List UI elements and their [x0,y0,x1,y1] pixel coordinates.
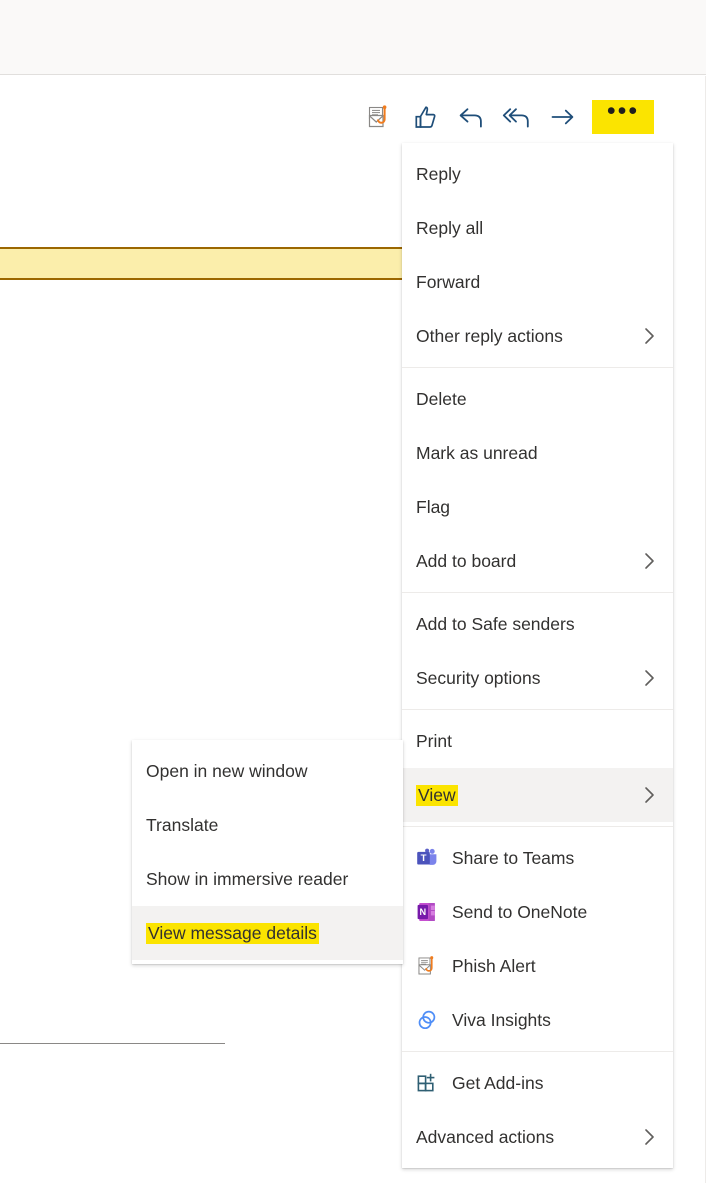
phish-alert-toolbar-button[interactable] [356,97,402,137]
menu-item-label: Viva Insights [452,1009,551,1030]
menu-item-label: Advanced actions [416,1126,555,1147]
menu-item-label: Mark as unread [416,442,538,463]
more-actions-label: ••• [606,97,640,125]
menu-group-divider [402,367,673,368]
onenote-icon: N [416,901,438,923]
menu-group-divider [402,826,673,827]
phish-alert-icon [416,955,438,977]
chevron-right-icon [645,328,654,344]
more-actions-button[interactable]: ••• [592,97,654,134]
menu-item-print[interactable]: Print [402,714,673,768]
forward-arrow-icon [549,104,577,130]
menu-item-label: Add to Safe senders [416,613,575,634]
menu-item-add-to-board[interactable]: Add to board [402,534,673,588]
chevron-right-icon [645,1129,654,1145]
menu-item-viva-insights[interactable]: Viva Insights [402,993,673,1047]
chevron-right-icon [645,787,654,803]
svg-text:T: T [421,853,427,864]
menu-item-label: Translate [146,814,219,835]
message-actions-toolbar: ••• [356,97,654,137]
menu-item-label: Show in immersive reader [146,868,349,889]
menu-group-divider [402,592,673,593]
menu-item-advanced-actions[interactable]: Advanced actions [402,1110,673,1164]
menu-item-delete[interactable]: Delete [402,372,673,426]
more-actions-context-menu[interactable]: Reply Reply all Forward Other reply actions… [402,143,673,1168]
reply-toolbar-button[interactable] [448,97,494,137]
app-header-band [0,0,706,75]
menu-item-flag[interactable]: Flag [402,480,673,534]
menu-item-label: Open in new window [146,760,308,781]
menu-item-get-add-ins[interactable]: Get Add-ins [402,1056,673,1110]
menu-item-label: Security options [416,667,541,688]
message-body-divider [0,1043,225,1044]
svg-text:N: N [419,907,426,917]
menu-item-label: Flag [416,496,451,517]
phish-alert-icon [366,104,392,130]
menu-group-divider [402,1051,673,1052]
menu-item-label: Get Add-ins [452,1072,544,1093]
menu-item-forward[interactable]: Forward [402,255,673,309]
external-sender-warning-banner [0,247,402,280]
menu-item-share-to-teams[interactable]: T Share to Teams [402,831,673,885]
menu-item-reply-all[interactable]: Reply all [402,201,673,255]
menu-item-label: Phish Alert [452,955,536,976]
menu-item-mark-as-unread[interactable]: Mark as unread [402,426,673,480]
screenshot-root: ••• Reply Reply all Forward Other reply act… [0,0,706,1183]
chevron-right-icon [645,670,654,686]
menu-item-label: Delete [416,388,467,409]
menu-item-label: Add to board [416,550,517,571]
like-toolbar-button[interactable] [402,97,448,137]
thumbs-up-icon [412,104,438,130]
menu-item-add-to-safe-senders[interactable]: Add to Safe senders [402,597,673,651]
menu-item-phish-alert[interactable]: Phish Alert [402,939,673,993]
forward-toolbar-button[interactable] [540,97,586,137]
chevron-right-icon [645,553,654,569]
menu-item-view[interactable]: View [402,768,673,822]
menu-item-security-options[interactable]: Security options [402,651,673,705]
menu-item-label: Reply all [416,217,484,238]
reply-all-icon [502,104,532,130]
menu-item-open-in-new-window[interactable]: Open in new window [132,744,403,798]
menu-item-label: View [416,784,458,806]
menu-group-divider [402,709,673,710]
menu-item-label: Send to OneNote [452,901,588,922]
menu-item-translate[interactable]: Translate [132,798,403,852]
viva-insights-icon [416,1009,438,1031]
reply-all-toolbar-button[interactable] [494,97,540,137]
menu-item-reply[interactable]: Reply [402,147,673,201]
view-submenu[interactable]: Open in new window Translate Show in immer… [132,740,403,964]
menu-item-send-to-onenote[interactable]: N Send to OneNote [402,885,673,939]
menu-item-label: Other reply actions [416,325,563,346]
menu-item-view-message-details[interactable]: View message details [132,906,403,960]
menu-item-label: Print [416,730,452,751]
menu-item-label: View message details [146,922,319,944]
menu-item-label: Forward [416,271,481,292]
get-addins-icon [416,1072,438,1094]
teams-icon: T [416,847,438,869]
menu-item-other-reply-actions[interactable]: Other reply actions [402,309,673,363]
menu-item-label: Reply [416,163,461,184]
menu-item-label: Share to Teams [452,847,575,868]
menu-item-show-in-immersive-reader[interactable]: Show in immersive reader [132,852,403,906]
reply-icon [457,104,485,130]
